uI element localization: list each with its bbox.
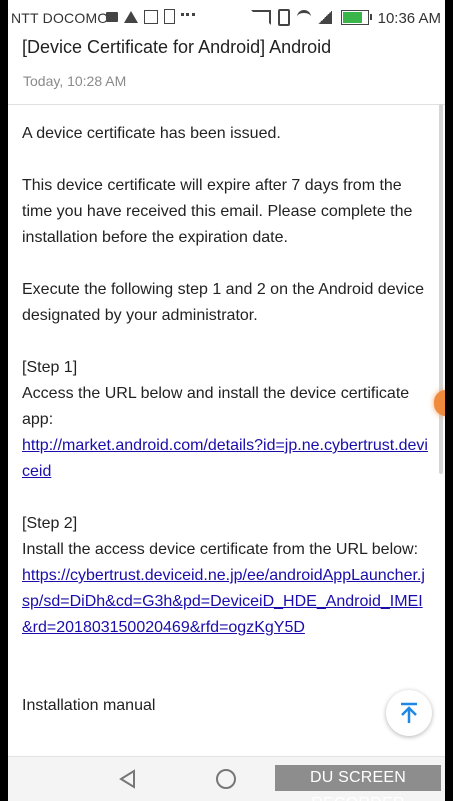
scroll-to-top-icon [401, 702, 417, 723]
instructions-paragraph: Execute the following step 1 and 2 on th… [22, 281, 425, 324]
signal-icon [318, 11, 332, 24]
header-divider [8, 104, 445, 105]
email-view[interactable]: [Device Certificate for Android] Android… [8, 34, 445, 756]
expiry-paragraph: This device certificate will expire afte… [22, 177, 413, 246]
system-icons [251, 9, 372, 26]
scroll-to-top-button[interactable] [386, 690, 432, 736]
manual-heading: Installation manual [22, 697, 156, 714]
cast-icon [251, 10, 271, 25]
navigation-bar: DU SCREEN RECORDER [8, 756, 445, 801]
step1-heading: [Step 1] [22, 359, 78, 376]
issued-line: A device certificate has been issued. [22, 125, 281, 142]
more-dots-icon [181, 13, 195, 20]
notification-icons [106, 9, 195, 24]
warning-icon [124, 10, 138, 23]
scrollbar-track[interactable] [439, 104, 443, 474]
clock: 10:36 AM [377, 10, 441, 27]
email-subject: [Device Certificate for Android] Android [22, 37, 332, 57]
recorder-watermark: DU SCREEN RECORDER [275, 765, 441, 801]
phone-screen: NTT DOCOMO 10:36 AM [Device Certificate … [8, 0, 445, 801]
vibrate-icon [278, 9, 290, 26]
battery-icon [341, 10, 372, 25]
step2-text: Install the access device certificate fr… [22, 541, 419, 558]
home-icon[interactable] [216, 769, 236, 789]
carrier-label: NTT DOCOMO [11, 10, 109, 26]
step1-link[interactable]: http://market.android.com/details?id=jp.… [22, 437, 428, 480]
email-body: A device certificate has been issued. Th… [22, 121, 430, 719]
step1-text: Access the URL below and install the dev… [22, 385, 410, 428]
step2-heading: [Step 2] [22, 515, 78, 532]
back-icon[interactable] [118, 769, 138, 789]
email-date: Today, 10:28 AM [23, 73, 127, 89]
notification-icon [164, 9, 175, 24]
status-bar: NTT DOCOMO 10:36 AM [8, 0, 445, 34]
wifi-icon [297, 10, 311, 25]
check-icon [144, 9, 158, 24]
video-icon [106, 11, 118, 22]
step2-link[interactable]: https://cybertrust.deviceid.ne.jp/ee/and… [22, 567, 425, 636]
